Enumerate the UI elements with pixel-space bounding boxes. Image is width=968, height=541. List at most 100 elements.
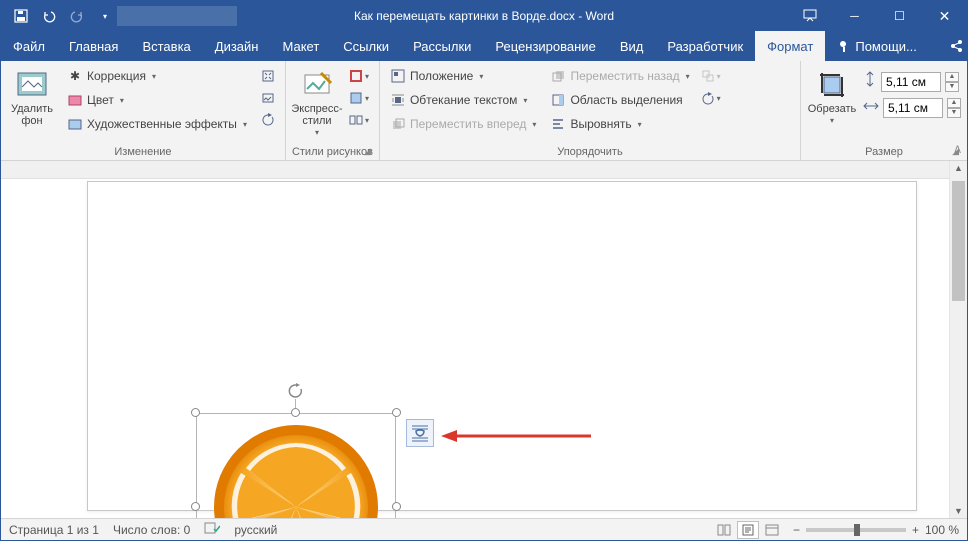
picture-effects-icon[interactable] bbox=[348, 87, 370, 109]
window-title: Как перемещать картинки в Ворде.docx - W… bbox=[354, 9, 614, 23]
wrap-text-button[interactable]: Обтекание текстом bbox=[386, 89, 541, 111]
scroll-thumb[interactable] bbox=[952, 181, 965, 301]
zoom-out-button[interactable]: − bbox=[793, 523, 800, 537]
tab-review[interactable]: Рецензирование bbox=[483, 31, 607, 61]
forward-icon bbox=[390, 116, 406, 132]
width-icon bbox=[863, 99, 879, 118]
collapse-ribbon-icon[interactable]: ᐱ bbox=[954, 145, 961, 156]
rotate-handle-icon[interactable] bbox=[288, 383, 304, 404]
corrections-button[interactable]: ✱Коррекция bbox=[63, 65, 251, 87]
handle-ne[interactable] bbox=[392, 408, 401, 417]
bring-forward-button[interactable]: Переместить вперед bbox=[386, 113, 541, 135]
zoom-in-button[interactable]: + bbox=[912, 523, 919, 537]
width-down[interactable]: ▼ bbox=[947, 108, 961, 118]
backward-icon bbox=[550, 68, 566, 84]
scroll-up-icon[interactable]: ▲ bbox=[950, 163, 967, 173]
page-indicator[interactable]: Страница 1 из 1 bbox=[9, 523, 99, 537]
selection-pane-button[interactable]: Область выделения bbox=[546, 89, 693, 111]
web-layout-icon[interactable] bbox=[761, 521, 783, 539]
group-label-adjust: Изменение bbox=[7, 144, 279, 158]
express-styles-button[interactable]: Экспресс-стили▾ bbox=[292, 65, 342, 138]
send-backward-button[interactable]: Переместить назад bbox=[546, 65, 693, 87]
color-button[interactable]: Цвет bbox=[63, 89, 251, 111]
save-icon[interactable] bbox=[9, 4, 33, 28]
view-buttons bbox=[713, 521, 783, 539]
vertical-scrollbar[interactable]: ▲ ▼ bbox=[949, 161, 967, 518]
color-icon bbox=[67, 92, 83, 108]
ribbon-options-icon[interactable] bbox=[787, 1, 832, 31]
redo-icon[interactable] bbox=[65, 4, 89, 28]
ribbon: Удалить фон ✱Коррекция Цвет Художественн… bbox=[1, 61, 967, 161]
width-up[interactable]: ▲ bbox=[947, 98, 961, 108]
annotation-arrow bbox=[441, 429, 591, 443]
word-count[interactable]: Число слов: 0 bbox=[113, 523, 190, 537]
tab-file[interactable]: Файл bbox=[1, 31, 57, 61]
zoom-level[interactable]: 100 % bbox=[925, 523, 959, 537]
zoom-control: − + 100 % bbox=[793, 523, 959, 537]
crop-icon bbox=[816, 69, 848, 101]
tab-home[interactable]: Главная bbox=[57, 31, 130, 61]
maximize-icon[interactable]: ☐ bbox=[877, 1, 922, 31]
tab-design[interactable]: Дизайн bbox=[203, 31, 271, 61]
share-button[interactable] bbox=[937, 39, 968, 53]
express-styles-icon bbox=[301, 69, 333, 101]
layout-options-button[interactable] bbox=[406, 419, 434, 447]
height-up[interactable]: ▲ bbox=[945, 72, 959, 82]
tab-layout[interactable]: Макет bbox=[270, 31, 331, 61]
picture-border-icon[interactable] bbox=[348, 65, 370, 87]
styles-launcher-icon[interactable]: ◢ bbox=[364, 146, 371, 157]
spellcheck-icon[interactable] bbox=[204, 521, 220, 538]
user-account-box[interactable] bbox=[117, 6, 237, 26]
reset-picture-icon[interactable] bbox=[257, 109, 279, 131]
selection-pane-icon bbox=[550, 92, 566, 108]
undo-icon[interactable] bbox=[37, 4, 61, 28]
quick-access-toolbar: ▾ bbox=[1, 4, 117, 28]
picture-selection[interactable] bbox=[196, 413, 396, 518]
width-input[interactable] bbox=[883, 98, 943, 118]
position-button[interactable]: Положение bbox=[386, 65, 541, 87]
align-button[interactable]: Выровнять bbox=[546, 113, 693, 135]
group-objects-icon[interactable] bbox=[700, 65, 722, 87]
group-adjust: Удалить фон ✱Коррекция Цвет Художественн… bbox=[1, 61, 286, 160]
crop-button[interactable]: Обрезать▾ bbox=[807, 65, 857, 126]
tab-references[interactable]: Ссылки bbox=[331, 31, 401, 61]
qat-customize-icon[interactable]: ▾ bbox=[93, 4, 117, 28]
change-picture-icon[interactable] bbox=[257, 87, 279, 109]
group-label-size: Размер◢ bbox=[807, 144, 961, 158]
minimize-icon[interactable]: ─ bbox=[832, 1, 877, 31]
zoom-slider[interactable] bbox=[806, 528, 906, 532]
align-icon bbox=[550, 116, 566, 132]
close-icon[interactable]: ✕ bbox=[922, 1, 967, 31]
height-icon bbox=[863, 71, 877, 92]
tab-insert[interactable]: Вставка bbox=[130, 31, 202, 61]
artistic-effects-button[interactable]: Художественные эффекты bbox=[63, 113, 251, 135]
status-bar: Страница 1 из 1 Число слов: 0 русский − … bbox=[1, 518, 967, 540]
tell-me-button[interactable]: Помощи... bbox=[825, 39, 929, 54]
tab-format[interactable]: Формат bbox=[755, 31, 825, 61]
window-controls: ─ ☐ ✕ bbox=[787, 1, 967, 31]
horizontal-ruler[interactable] bbox=[1, 161, 949, 179]
artistic-icon bbox=[67, 116, 83, 132]
tab-mailings[interactable]: Рассылки bbox=[401, 31, 483, 61]
language-indicator[interactable]: русский bbox=[234, 523, 277, 537]
layout-options-icon bbox=[410, 423, 430, 443]
print-layout-icon[interactable] bbox=[737, 521, 759, 539]
orange-slice-image[interactable] bbox=[196, 413, 396, 518]
rotate-icon[interactable] bbox=[700, 87, 722, 109]
height-down[interactable]: ▼ bbox=[945, 82, 959, 92]
height-input[interactable] bbox=[881, 72, 941, 92]
tab-developer[interactable]: Разработчик bbox=[655, 31, 755, 61]
handle-w[interactable] bbox=[191, 502, 200, 511]
scroll-down-icon[interactable]: ▼ bbox=[950, 506, 967, 516]
read-mode-icon[interactable] bbox=[713, 521, 735, 539]
remove-background-button[interactable]: Удалить фон bbox=[7, 65, 57, 127]
picture-layout-icon[interactable] bbox=[348, 109, 370, 131]
compress-pictures-icon[interactable] bbox=[257, 65, 279, 87]
handle-nw[interactable] bbox=[191, 408, 200, 417]
title-bar: ▾ Как перемещать картинки в Ворде.docx -… bbox=[1, 1, 967, 31]
wrap-icon bbox=[390, 92, 406, 108]
handle-e[interactable] bbox=[392, 502, 401, 511]
handle-n[interactable] bbox=[291, 408, 300, 417]
height-box: ▲▼ bbox=[863, 71, 961, 92]
tab-view[interactable]: Вид bbox=[608, 31, 656, 61]
